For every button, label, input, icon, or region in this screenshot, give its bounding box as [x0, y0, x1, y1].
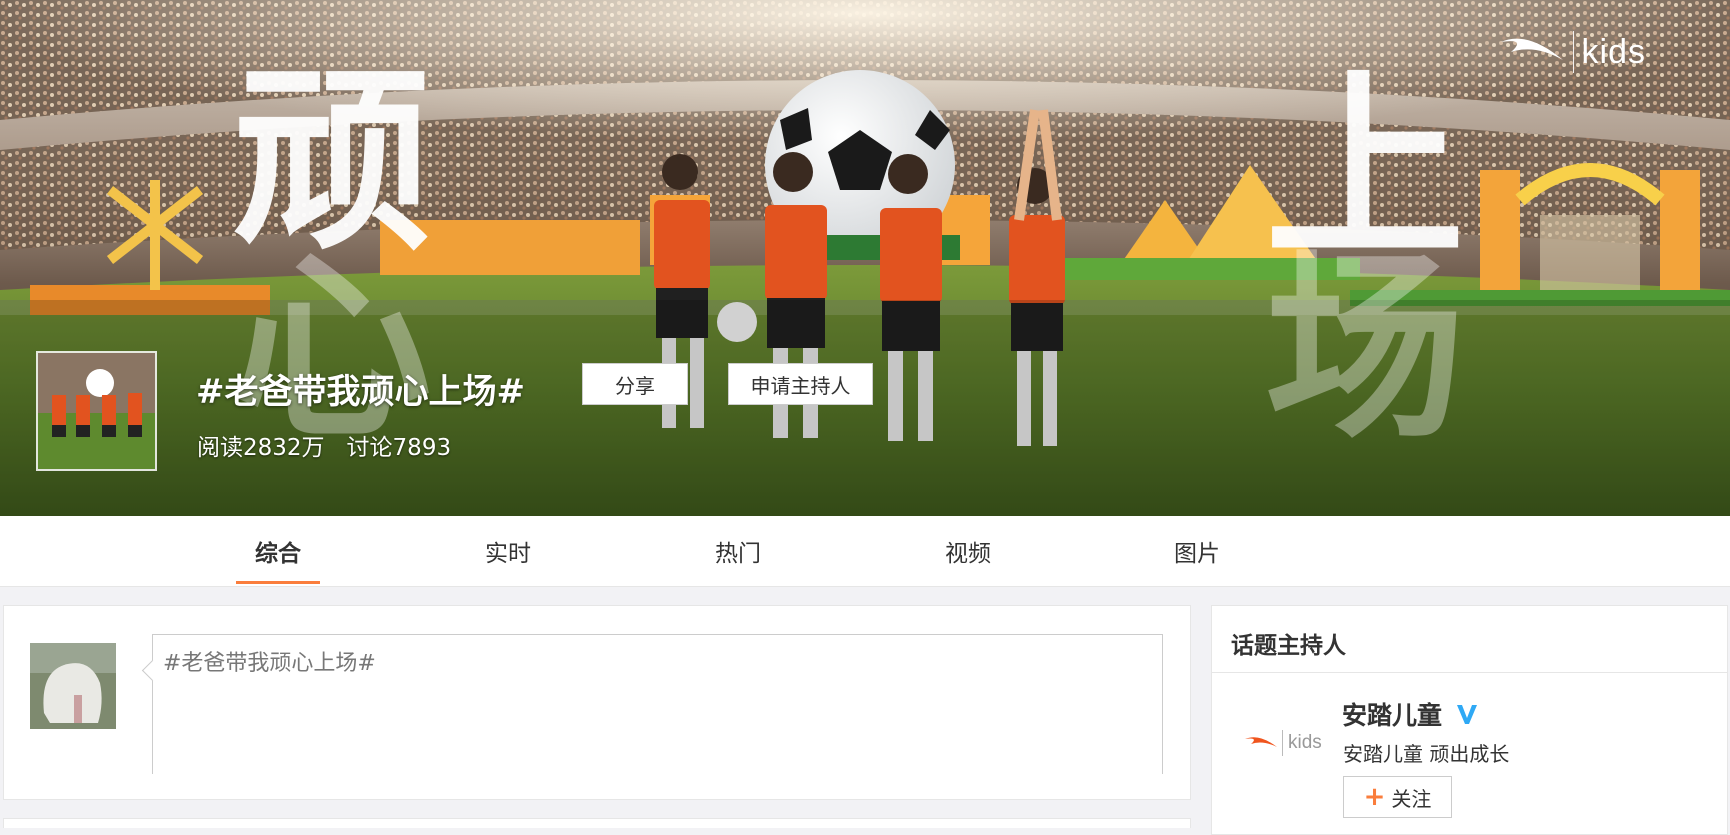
host-avatar[interactable]: kids	[1243, 723, 1327, 763]
tab-realtime[interactable]: 实时	[466, 516, 550, 586]
discussion-count: 讨论7893	[346, 435, 452, 461]
feed-card-top	[3, 818, 1191, 828]
share-button[interactable]: 分享	[582, 363, 688, 405]
apply-host-button[interactable]: 申请主持人	[728, 363, 873, 405]
user-avatar[interactable]	[30, 643, 116, 729]
post-composer: #老爸带我顽心上场#	[3, 605, 1191, 800]
read-count: 阅读2832万	[197, 435, 325, 461]
host-description: 安踏儿童 顽出成长	[1343, 742, 1510, 766]
topic-title: #老爸带我顽心上场#	[196, 372, 525, 412]
host-name[interactable]: 安踏儿童	[1342, 696, 1480, 732]
topic-thumbnail	[36, 351, 157, 471]
post-input-text[interactable]: #老爸带我顽心上场#	[163, 645, 376, 677]
divider	[1212, 672, 1727, 673]
topic-tabs: 综合 实时 热门 视频 图片	[0, 516, 1730, 587]
logo-separator	[1572, 31, 1574, 73]
tab-comprehensive[interactable]: 综合	[236, 516, 320, 586]
follow-button[interactable]: + 关注	[1343, 776, 1452, 818]
topic-thumbnail-image	[38, 353, 155, 469]
topic-stats: 阅读2832万 讨论7893	[197, 428, 451, 462]
host-logo-text: kids	[1288, 732, 1322, 753]
tab-video[interactable]: 视频	[926, 516, 1010, 586]
banner-char-4: 场	[1265, 233, 1466, 466]
host-panel-title: 话题主持人	[1231, 633, 1346, 659]
user-avatar-image	[30, 643, 116, 729]
topic-banner: 顽 心 上 场 kids #老爸带我顽心上场# 阅读2832万 讨论7893 分享…	[0, 0, 1730, 516]
anta-logo-icon	[1500, 38, 1563, 60]
brand-logo: kids	[1497, 30, 1646, 74]
host-name-text[interactable]: 安踏儿童	[1342, 696, 1442, 732]
banner-char-1: 顽	[232, 45, 433, 278]
plus-icon: +	[1363, 782, 1386, 812]
tab-hot[interactable]: 热门	[696, 516, 780, 586]
tab-images[interactable]: 图片	[1155, 516, 1239, 586]
post-input[interactable]: #老爸带我顽心上场#	[152, 634, 1163, 774]
banner-char-2: 心	[232, 233, 433, 466]
follow-label: 关注	[1391, 786, 1432, 811]
brand-logo-text: kids	[1581, 32, 1646, 71]
anta-logo-icon	[1245, 737, 1277, 747]
verified-icon	[1457, 705, 1478, 724]
logo-separator	[1282, 730, 1283, 756]
topic-host-panel: 话题主持人 kids 安踏儿童 安踏儿童 顽出成长 + 关注	[1211, 605, 1728, 835]
